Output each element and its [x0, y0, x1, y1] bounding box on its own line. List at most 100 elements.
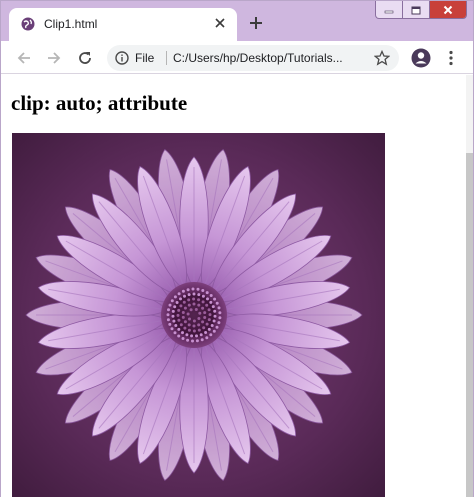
flower-center-dot: [196, 287, 200, 291]
flower-center-dot: [187, 323, 191, 327]
flower-center-dot: [192, 297, 196, 301]
flower-center-dot: [191, 339, 194, 343]
arrow-right-icon: [48, 52, 61, 64]
flower-center-dot: [203, 311, 207, 315]
arrow-left-icon: [17, 52, 30, 64]
maximize-icon: [411, 6, 421, 14]
flower-center-dot: [177, 308, 181, 312]
flower-center-dot: [172, 319, 176, 323]
flower-center-dot: [203, 316, 207, 319]
flower-center-dot: [177, 327, 181, 331]
flower-center-dot: [212, 329, 216, 333]
flower-center-dot: [210, 324, 214, 327]
flower-center-dot: [192, 319, 196, 323]
flower-center-dot: [173, 305, 177, 309]
tab-title: Clip1.html: [44, 17, 98, 31]
flower-center-dot: [205, 291, 209, 295]
flower-center-dot: [186, 338, 190, 342]
flower-center-dot: [201, 289, 205, 292]
page-heading: clip: auto; attribute: [11, 91, 188, 115]
flower-center-dot: [202, 326, 206, 330]
flower-center-dot: [215, 325, 219, 329]
info-icon[interactable]: [115, 51, 129, 65]
flower-center-dot: [177, 334, 181, 338]
flower-center-dot: [191, 287, 195, 291]
flower-center-dot: [201, 320, 205, 324]
flower-center-dot: [207, 327, 211, 331]
flower-center-dot: [187, 328, 191, 332]
flower-center-dot: [194, 308, 198, 311]
flower-center-dot: [206, 297, 209, 301]
flower-center-dot: [204, 331, 208, 334]
menu-button[interactable]: [445, 49, 457, 67]
flower-center-dot: [188, 317, 191, 321]
new-tab-button[interactable]: [244, 11, 268, 35]
flower-center-dot: [209, 294, 213, 297]
flower-center-dot: [179, 323, 183, 327]
flower-center-dot: [207, 318, 211, 322]
flower-center-dot: [186, 288, 190, 292]
minimize-button[interactable]: [376, 1, 403, 18]
flower-center-dot: [212, 319, 216, 323]
minimize-icon: [384, 10, 394, 14]
url-text[interactable]: C:/Users/hp/Desktop/Tutorials...: [173, 51, 343, 65]
maximize-button[interactable]: [403, 1, 430, 18]
flower-center-dot: [183, 326, 187, 330]
flower-center-dot: [213, 309, 217, 313]
flower-center-dot: [167, 308, 170, 312]
flower-center-dot: [218, 316, 222, 320]
tab-strip: Clip1.html: [1, 1, 473, 41]
flower-center-dot: [168, 322, 172, 326]
flower-center-dot: [181, 315, 185, 319]
flower-center-dot: [217, 306, 221, 310]
flower-center-dot: [192, 292, 196, 296]
address-separator: [166, 51, 167, 65]
flower-center-dot: [211, 305, 215, 309]
tab-close-button[interactable]: [211, 14, 229, 32]
flower-center-dot: [173, 295, 177, 299]
flower-center-dot: [201, 294, 205, 298]
tab-clip1[interactable]: Clip1.html: [9, 8, 237, 41]
star-icon[interactable]: [374, 50, 390, 66]
flower-center-dot: [181, 331, 184, 335]
flower-center-dot: [197, 303, 201, 307]
flower-center-dot: [177, 292, 181, 296]
flower-center-dot: [192, 324, 196, 328]
account-icon[interactable]: [411, 48, 431, 68]
flower-center-dot: [201, 306, 205, 310]
flower-center-dot: [198, 311, 202, 315]
flower-center-dot: [170, 327, 174, 331]
plus-icon: [250, 17, 262, 29]
back-button[interactable]: [13, 47, 35, 69]
address-bar[interactable]: File C:/Users/hp/Desktop/Tutorials...: [107, 45, 399, 71]
flower-center-dot: [197, 317, 201, 320]
flower-center-dot: [218, 311, 222, 315]
flower-center-dot: [166, 313, 170, 317]
flower-center-dot: [192, 302, 196, 306]
flower-center-dot: [168, 303, 172, 307]
flower-center-dot: [205, 303, 209, 307]
kebab-menu-icon: [449, 50, 453, 66]
reload-icon: [79, 52, 91, 64]
browser-window: Clip1.html File C:/Users/hp/Desktop/Tuto…: [0, 0, 474, 497]
flower-center-dot: [197, 298, 201, 302]
flower-center-dot: [213, 314, 217, 318]
flower-center-dot: [181, 337, 185, 340]
flower-center-dot: [199, 333, 203, 337]
flower-center-dot: [197, 328, 201, 332]
flower-center-dot: [201, 300, 205, 304]
flower-center-dot: [166, 318, 170, 322]
flower-center-dot: [217, 321, 221, 325]
flower-center-dot: [179, 304, 183, 308]
flower-center-dot: [186, 312, 190, 316]
scrollbar-track[interactable]: [466, 75, 473, 497]
globe-icon: [21, 17, 35, 31]
close-window-button[interactable]: [429, 1, 466, 18]
scrollbar-thumb[interactable]: [466, 153, 473, 497]
flower-center-dot: [195, 339, 199, 343]
reload-button[interactable]: [74, 47, 96, 69]
flower-center-dot: [173, 331, 177, 335]
forward-button[interactable]: [43, 47, 65, 69]
flower-center-dot: [215, 301, 219, 305]
flower-image: [12, 133, 385, 497]
